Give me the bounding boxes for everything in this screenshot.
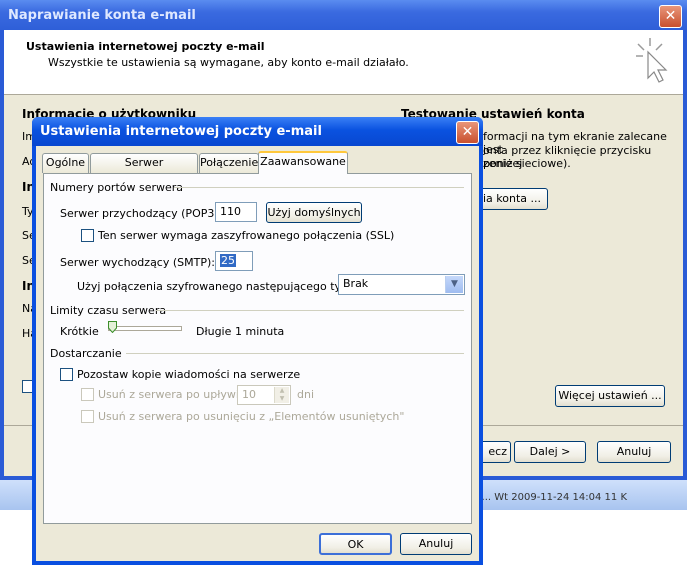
timeout-value: 1 minuta [235,325,285,338]
tab-advanced[interactable]: Zaawansowane [258,151,348,174]
more-settings-button[interactable]: Więcej ustawień ... [555,385,665,407]
dialog-body: Ogólne Serwer wychodzący Połączenie Zaaw… [36,146,479,561]
days-label: dni [297,388,315,401]
next-button[interactable]: Dalej > [514,441,586,463]
ports-group-label: Numery portów serwera [50,181,184,194]
delivery-group-label: Dostarczanie [50,347,122,360]
outgoing-port-value: 25 [220,254,236,267]
tab-general[interactable]: Ogólne [42,153,89,173]
chevron-down-icon[interactable]: ▼ [445,276,463,293]
leave-copy-label: Pozostaw kopie wiadomości na serwerze [77,368,301,381]
repair-window-titlebar: Naprawianie konta e-mail [0,0,687,30]
outgoing-port-label: Serwer wychodzący (SMTP): [60,256,215,269]
use-defaults-button[interactable]: Użyj domyślnych [266,202,362,223]
encryption-label: Użyj połączenia szyfrowanego następujące… [77,280,359,293]
remove-after-label: Usuń z serwera po upływie [98,388,246,401]
remove-after-checkbox[interactable] [81,388,94,401]
timeout-group-line [156,310,464,311]
encryption-value: Brak [343,277,369,290]
dialog-titlebar: Ustawienia internetowej poczty e-mail [32,117,483,146]
days-value: 10 [242,388,256,401]
dialog-cancel-button[interactable]: Anuluj [400,533,472,555]
ports-group-line [174,187,464,188]
dialog-close-button[interactable]: ✕ [456,121,479,144]
repair-header-subtitle: Wszystkie te ustawienia są wymagane, aby… [48,56,409,69]
repair-header-title: Ustawienia internetowej poczty e-mail [26,40,265,53]
timeout-slider-track[interactable] [108,326,182,331]
leave-copy-checkbox[interactable] [60,368,73,381]
encryption-select[interactable]: Brak ▼ [338,274,465,295]
remove-deleted-checkbox[interactable] [81,410,94,423]
timeout-long-label: Długie [196,325,232,338]
delivery-group-line [126,353,464,354]
remove-deleted-label: Usuń z serwera po usunięciu z „Elementów… [98,410,405,423]
timeout-group-label: Limity czasu serwera [50,304,167,317]
days-spinner-icon[interactable]: ▲ ▼ [274,387,289,403]
background-list-row: su... Wt 2009-11-24 14:04 11 K [470,492,628,503]
incoming-port-label: Serwer przychodzący (POP3): [60,207,223,220]
dialog-title: Ustawienia internetowej poczty e-mail [40,124,322,139]
repair-window-title: Naprawianie konta e-mail [8,8,196,23]
timeout-slider-thumb[interactable] [107,321,117,334]
ok-button[interactable]: OK [319,533,392,555]
tab-connection[interactable]: Połączenie [199,153,259,173]
cursor-sparkle-icon [636,38,668,83]
tab-outgoing-server[interactable]: Serwer wychodzący [90,153,198,187]
timeout-short-label: Krótkie [60,325,99,338]
repair-close-button[interactable]: ✕ [659,5,682,28]
incoming-port-input[interactable]: 110 [215,202,257,222]
advanced-panel: Numery portów serwera Serwer przychodząc… [43,173,472,524]
ssl-label: Ten serwer wymaga zaszyfrowanego połącze… [98,229,395,242]
internet-email-settings-dialog: Ustawienia internetowej poczty e-mail ✕ … [32,117,483,565]
days-input[interactable]: 10 ▲ ▼ [237,385,291,405]
repair-cancel-button[interactable]: Anuluj [597,441,671,463]
test-text-line-3: zenie sieciowe). [483,157,571,170]
outgoing-port-input[interactable]: 25 [215,251,253,271]
ssl-checkbox[interactable] [81,229,94,242]
